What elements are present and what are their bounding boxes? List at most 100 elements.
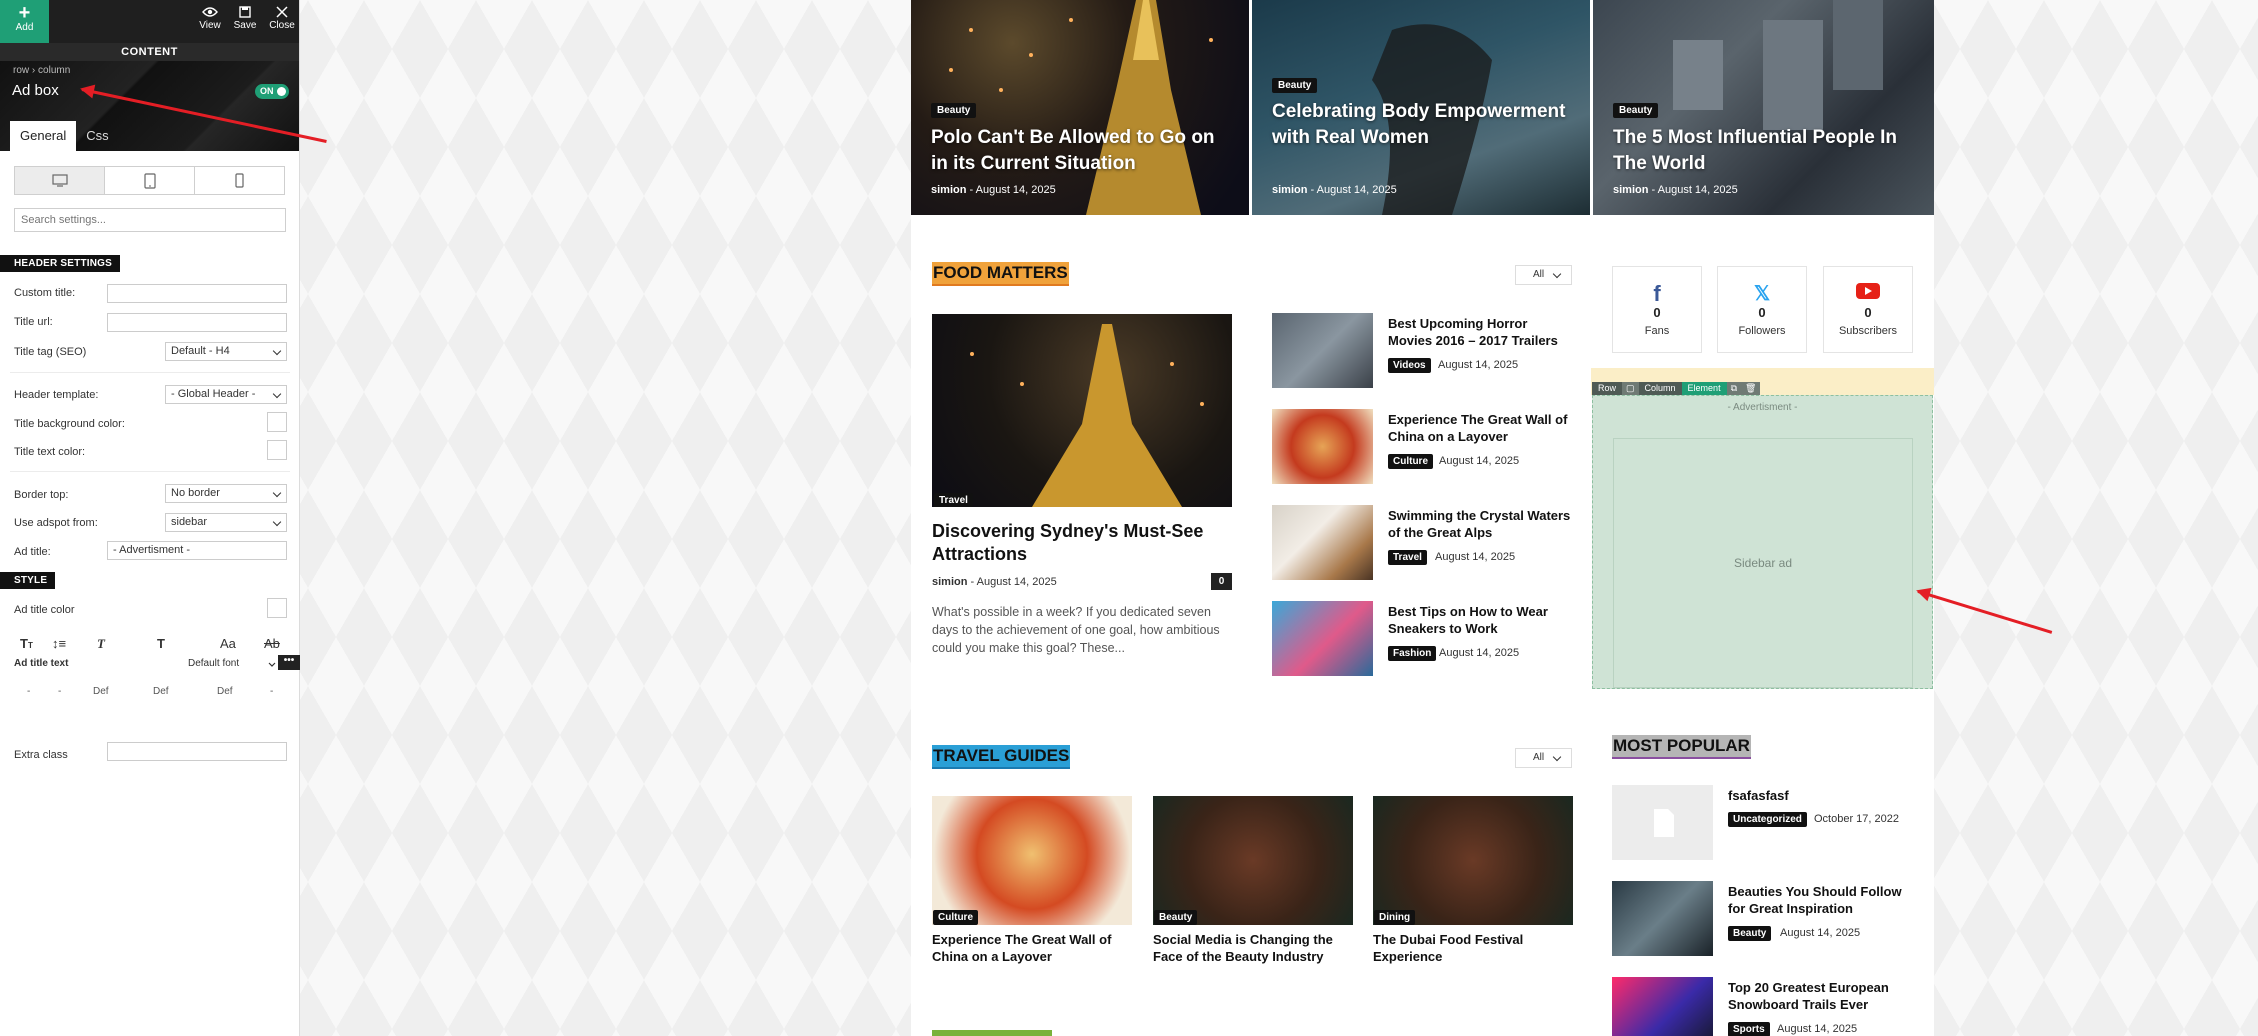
hero-card[interactable]: Beauty The 5 Most Influential People In … xyxy=(1593,0,1934,215)
category-tag[interactable]: Beauty xyxy=(1154,910,1198,925)
desktop-device-button[interactable] xyxy=(15,167,105,194)
category-tag[interactable]: Beauty xyxy=(931,103,977,118)
title-text-color-picker[interactable] xyxy=(267,440,287,460)
value-cell[interactable]: Def xyxy=(93,686,143,697)
list-title[interactable]: Experience The Great Wall of China on a … xyxy=(1388,411,1573,445)
font-size-icon[interactable]: TT xyxy=(20,636,33,651)
list-thumb[interactable] xyxy=(1272,505,1373,580)
view-button[interactable]: View xyxy=(190,6,230,31)
category-tag[interactable]: Uncategorized xyxy=(1728,812,1807,827)
category-tag[interactable]: Sports xyxy=(1728,1022,1770,1036)
author[interactable]: simion xyxy=(932,576,967,588)
close-button[interactable]: Close xyxy=(262,6,302,31)
text-decoration-icon[interactable]: Ab xyxy=(264,636,280,651)
on-off-toggle[interactable]: ON xyxy=(255,84,289,99)
list-thumb[interactable] xyxy=(1272,601,1373,676)
save-button[interactable]: Save xyxy=(225,6,265,31)
column-handle[interactable]: Column xyxy=(1638,382,1682,395)
author[interactable]: simion xyxy=(1272,184,1307,196)
list-title[interactable]: Best Upcoming Horror Movies 2016 – 2017 … xyxy=(1388,315,1568,349)
comment-count-badge[interactable]: 0 xyxy=(1211,573,1232,590)
popular-thumb[interactable] xyxy=(1612,881,1713,956)
element-handle[interactable]: Element xyxy=(1681,382,1727,395)
category-tag[interactable]: Beauty xyxy=(1728,926,1772,941)
hero-title[interactable]: The 5 Most Influential People In The Wor… xyxy=(1613,125,1918,177)
hero-title[interactable]: Celebrating Body Empowerment with Real W… xyxy=(1272,99,1574,151)
tab-general[interactable]: General xyxy=(10,121,77,151)
category-tag[interactable]: Travel xyxy=(1388,550,1427,565)
ad-box-selected[interactable]: - Advertisment - Sidebar ad xyxy=(1592,395,1933,689)
category-tag[interactable]: Videos xyxy=(1388,358,1431,373)
popular-title[interactable]: Top 20 Greatest European Snowboard Trail… xyxy=(1728,979,1918,1013)
value-cell[interactable]: Def xyxy=(217,686,267,697)
hero-card[interactable]: Beauty Celebrating Body Empowerment with… xyxy=(1252,0,1590,215)
save-label: Save xyxy=(233,20,257,31)
category-tag[interactable]: Fashion xyxy=(1388,646,1437,661)
category-tag[interactable]: Culture xyxy=(1388,454,1433,469)
copy-icon[interactable]: ▢ xyxy=(1622,382,1639,395)
author[interactable]: simion xyxy=(1613,184,1648,196)
value-cell[interactable]: - xyxy=(270,686,273,697)
font-weight-icon[interactable]: T xyxy=(157,636,165,651)
popular-thumb[interactable] xyxy=(1612,785,1713,860)
search-settings-input[interactable] xyxy=(14,208,286,232)
list-title[interactable]: Swimming the Crystal Waters of the Great… xyxy=(1388,507,1578,541)
value-cell[interactable]: - xyxy=(58,686,61,697)
category-tag[interactable]: Dining xyxy=(1374,910,1416,925)
title-bg-color-picker[interactable] xyxy=(267,412,287,432)
ad-title-field[interactable]: - Advertisment - xyxy=(107,541,287,560)
travel-thumb[interactable]: Culture xyxy=(932,796,1132,925)
line-height-icon[interactable]: ↕≡ xyxy=(52,636,66,651)
custom-title-field[interactable] xyxy=(107,284,287,303)
trash-icon[interactable]: 🗑 xyxy=(1741,382,1761,395)
youtube-counter[interactable]: 0 Subscribers xyxy=(1823,266,1913,353)
title-tag-select[interactable]: Default - H4 xyxy=(165,342,287,361)
list-thumb[interactable] xyxy=(1272,409,1373,484)
value-cell[interactable]: Def xyxy=(153,686,203,697)
date: August 14, 2025 xyxy=(976,576,1057,588)
food-filter-select[interactable]: All xyxy=(1515,265,1572,285)
author[interactable]: simion xyxy=(931,184,966,196)
popular-thumb[interactable] xyxy=(1612,977,1713,1036)
tablet-device-button[interactable] xyxy=(105,167,195,194)
value-cell[interactable]: - xyxy=(27,686,30,697)
phone-device-button[interactable] xyxy=(195,167,284,194)
border-top-select[interactable]: No border xyxy=(165,484,287,503)
list-title[interactable]: Best Tips on How to Wear Sneakers to Wor… xyxy=(1388,603,1568,637)
crumb-column[interactable]: column xyxy=(38,65,70,76)
duplicate-icon[interactable]: ⧉ xyxy=(1726,382,1742,395)
travel-title[interactable]: Experience The Great Wall of China on a … xyxy=(932,931,1132,965)
travel-title[interactable]: Social Media is Changing the Face of the… xyxy=(1153,931,1353,965)
main-article-title[interactable]: Discovering Sydney's Must-See Attraction… xyxy=(932,520,1232,566)
category-tag[interactable]: Culture xyxy=(933,910,978,925)
facebook-counter[interactable]: f 0 Fans xyxy=(1612,266,1702,353)
text-transform-icon[interactable]: Aa xyxy=(220,636,236,651)
category-tag[interactable]: Beauty xyxy=(1272,78,1318,93)
add-element-button[interactable]: + Add xyxy=(0,0,49,43)
category-tag[interactable]: Beauty xyxy=(1613,103,1659,118)
ad-title-color-picker[interactable] xyxy=(267,598,287,618)
travel-title[interactable]: The Dubai Food Festival Experience xyxy=(1373,931,1573,965)
row-handle[interactable]: Row xyxy=(1592,382,1623,395)
travel-thumb[interactable]: Dining xyxy=(1373,796,1573,925)
title-url-field[interactable] xyxy=(107,313,287,332)
popular-title[interactable]: Beauties You Should Follow for Great Ins… xyxy=(1728,883,1918,917)
font-family-select[interactable]: Default font xyxy=(188,658,239,669)
main-article-image[interactable]: Travel xyxy=(932,314,1232,507)
more-options-button[interactable]: ••• xyxy=(278,655,300,670)
use-adspot-select[interactable]: sidebar xyxy=(165,513,287,532)
popular-title[interactable]: fsafasfasf xyxy=(1728,787,1918,804)
crumb-row[interactable]: row xyxy=(13,65,29,76)
extra-class-field[interactable] xyxy=(107,742,287,761)
tab-css[interactable]: Css xyxy=(76,121,118,151)
youtube-icon xyxy=(1824,281,1912,303)
twitter-counter[interactable]: 𝕏 0 Followers xyxy=(1717,266,1807,353)
hero-title[interactable]: Polo Can't Be Allowed to Go on in its Cu… xyxy=(931,125,1233,177)
list-thumb[interactable] xyxy=(1272,313,1373,388)
category-tag[interactable]: Travel xyxy=(934,493,973,507)
header-template-select[interactable]: - Global Header - xyxy=(165,385,287,404)
travel-thumb[interactable]: Beauty xyxy=(1153,796,1353,925)
travel-filter-select[interactable]: All xyxy=(1515,748,1572,768)
hero-card[interactable]: Beauty Polo Can't Be Allowed to Go on in… xyxy=(911,0,1249,215)
font-style-icon[interactable]: T xyxy=(97,636,105,652)
